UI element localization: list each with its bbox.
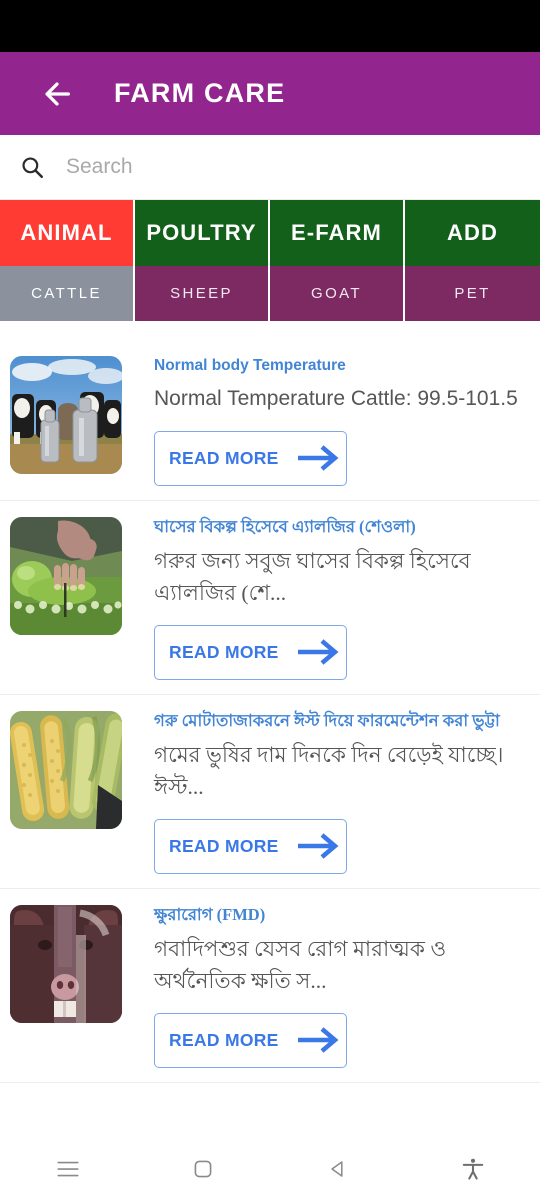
tab-add[interactable]: ADD: [405, 200, 540, 266]
home-square-icon: [194, 1160, 211, 1178]
item-title: ঘাসের বিকল্প হিসেবে এ্যালজির (শেওলা): [154, 516, 416, 536]
arrow-right-icon: [298, 639, 339, 665]
article-list: Normal body Temperature Normal Temperatu…: [0, 340, 540, 1083]
tab-animal[interactable]: ANIMAL: [0, 200, 135, 266]
primary-tab-bar: ANIMAL POULTRY E-FARM ADD: [0, 200, 540, 266]
tab-pet-label: PET: [454, 285, 491, 302]
read-more-label: READ MORE: [169, 835, 279, 856]
tab-pet[interactable]: PET: [405, 266, 540, 321]
read-more-label: READ MORE: [169, 1029, 279, 1050]
item-text: গবাদিপশুর যেসব রোগ মারাত্মক ও অর্থনৈতিক …: [154, 937, 447, 993]
search-bar[interactable]: [0, 135, 540, 200]
tab-sheep[interactable]: SHEEP: [135, 266, 270, 321]
item-text: Normal Temperature Cattle: 99.5-101.5: [154, 387, 518, 411]
tab-goat-label: GOAT: [311, 285, 362, 302]
item-body: ক্ষুরারোগ (FMD) গবাদিপশুর যেসব রোগ মারাত…: [122, 905, 540, 1068]
item-body: Normal body Temperature Normal Temperatu…: [122, 356, 540, 486]
item-body: ঘাসের বিকল্প হিসেবে এ্যালজির (শেওলা) গরু…: [122, 517, 540, 680]
read-more-button[interactable]: READ MORE: [154, 818, 347, 874]
thumb-algae-culture: [10, 516, 122, 635]
tab-cattle-label: CATTLE: [31, 285, 102, 302]
thumb-cow-face: [10, 904, 122, 1023]
nav-accessibility-button[interactable]: [405, 1138, 540, 1200]
item-text: গরুর জন্য সবুজ ঘাসের বিকল্প হিসেবে এ্যাল…: [154, 549, 471, 605]
tab-e-farm[interactable]: E-FARM: [270, 200, 405, 266]
accessibility-icon: [462, 1158, 483, 1180]
search-icon: [16, 151, 48, 183]
article-list-scroll[interactable]: Normal body Temperature Normal Temperatu…: [0, 340, 540, 1138]
item-title: Normal body Temperature: [154, 357, 346, 374]
system-navigation-bar: [0, 1138, 540, 1200]
back-button[interactable]: [30, 67, 84, 121]
item-title: ক্ষুরারোগ (FMD): [154, 904, 266, 924]
tab-e-farm-label: E-FARM: [291, 220, 382, 245]
read-more-label: READ MORE: [169, 447, 279, 468]
secondary-tab-bar: CATTLE SHEEP GOAT PET: [0, 266, 540, 321]
page-title: FARM CARE: [114, 78, 286, 108]
tab-cattle[interactable]: CATTLE: [0, 266, 135, 321]
thumb-corn-cobs: [10, 710, 122, 829]
tab-goat[interactable]: GOAT: [270, 266, 405, 321]
back-triangle-icon: [330, 1161, 343, 1177]
arrow-right-icon: [298, 445, 339, 472]
tab-poultry[interactable]: POULTRY: [135, 200, 270, 266]
arrow-left-icon: [45, 81, 70, 106]
tab-add-label: ADD: [447, 220, 498, 245]
read-more-button[interactable]: READ MORE: [154, 1012, 347, 1068]
menu-icon: [56, 1161, 79, 1177]
tab-poultry-label: POULTRY: [146, 220, 257, 245]
nav-recents-button[interactable]: [0, 1138, 135, 1200]
item-body: গরু মোটাতাজাকরনে ঈস্ট দিয়ে ফারমেন্টেশন …: [122, 711, 540, 874]
list-item[interactable]: Normal body Temperature Normal Temperatu…: [0, 340, 540, 501]
arrow-right-icon: [298, 1027, 339, 1053]
list-item[interactable]: গরু মোটাতাজাকরনে ঈস্ট দিয়ে ফারমেন্টেশন …: [0, 695, 540, 889]
nav-back-button[interactable]: [270, 1138, 405, 1200]
read-more-button[interactable]: READ MORE: [154, 624, 347, 680]
arrow-right-icon: [298, 833, 339, 859]
item-title: গরু মোটাতাজাকরনে ঈস্ট দিয়ে ফারমেন্টেশন …: [154, 710, 500, 730]
read-more-button[interactable]: READ MORE: [154, 430, 347, 486]
app-screen: FARM CARE ANIMAL POULTRY E-FARM ADD CATT…: [0, 0, 540, 1200]
app-bar: FARM CARE: [0, 52, 540, 135]
tab-sheep-label: SHEEP: [170, 285, 233, 302]
tab-animal-label: ANIMAL: [20, 220, 113, 245]
list-item[interactable]: ঘাসের বিকল্প হিসেবে এ্যালজির (শেওলা) গরু…: [0, 501, 540, 695]
read-more-label: READ MORE: [169, 641, 279, 662]
item-text: গমের ভুষির দাম দিনকে দিন বেড়েই যাচ্ছে।ঈ…: [154, 743, 504, 799]
thumb-cows-milk-cans: [10, 356, 122, 474]
status-bar: [0, 0, 540, 52]
search-input[interactable]: [66, 155, 540, 179]
list-item[interactable]: ক্ষুরারোগ (FMD) গবাদিপশুর যেসব রোগ মারাত…: [0, 889, 540, 1083]
nav-home-button[interactable]: [135, 1138, 270, 1200]
